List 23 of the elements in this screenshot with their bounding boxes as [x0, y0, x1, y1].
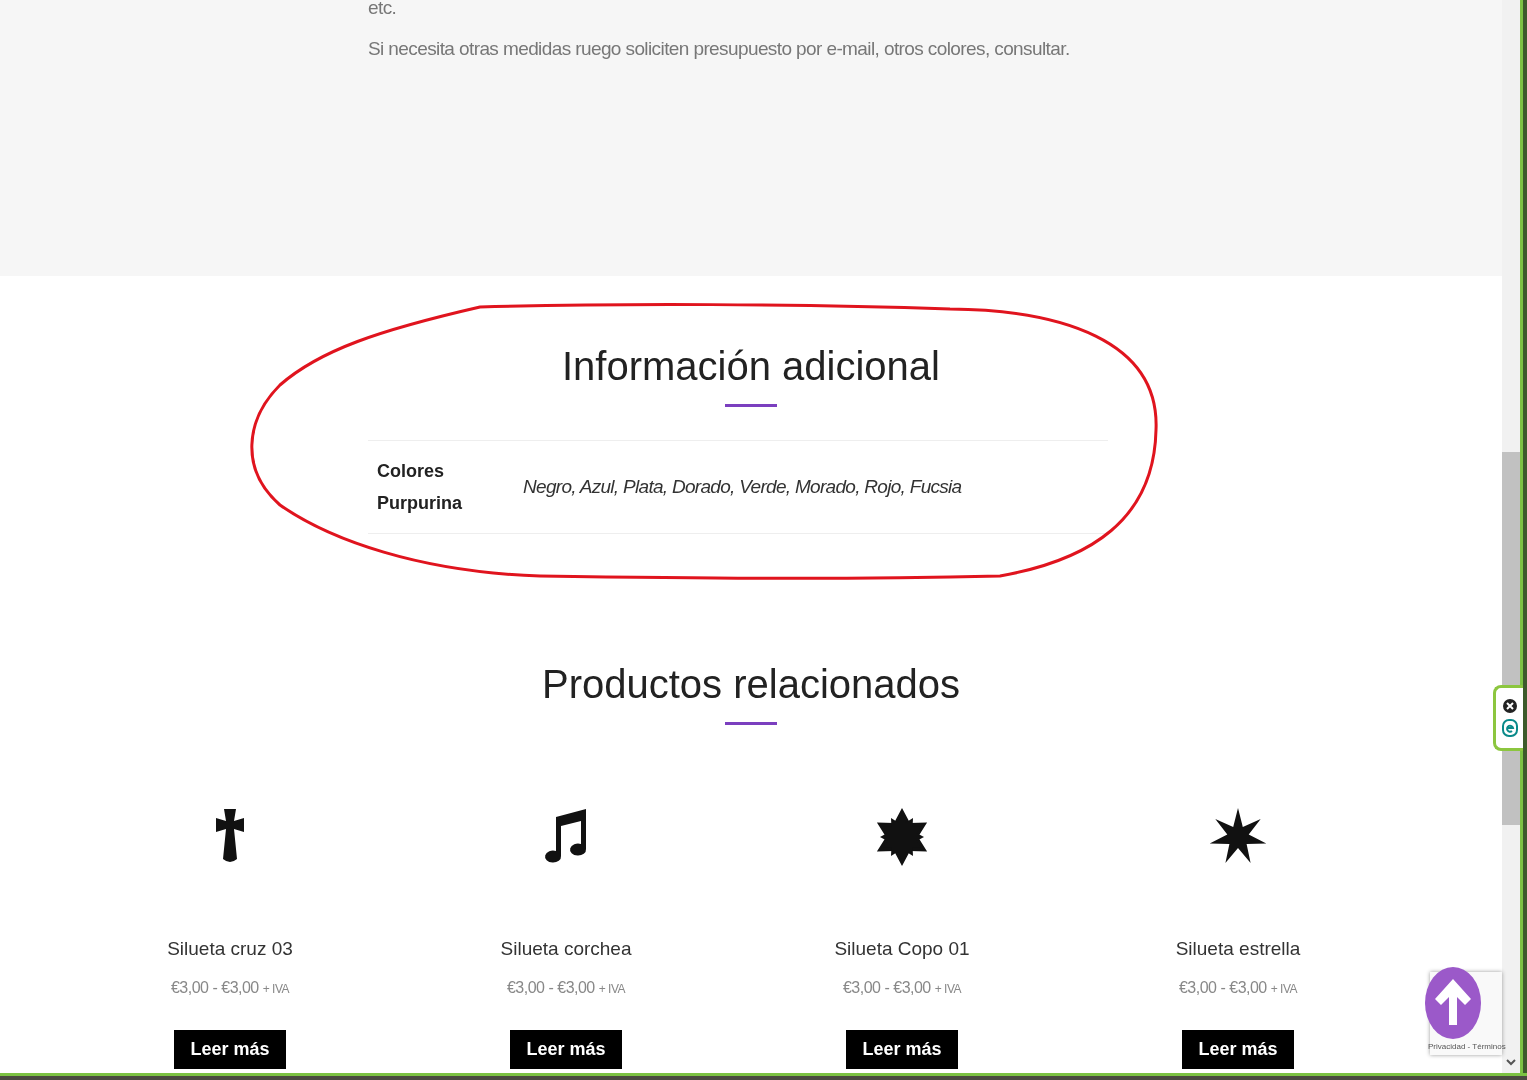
letter-e-icon[interactable]: [1501, 719, 1518, 737]
attribute-label: Colores Purpurina: [377, 460, 463, 515]
attribute-value: Negro, Azul, Plata, Dorado, Verde, Morado, Rojo, Fucsia: [523, 474, 962, 499]
product-price: €3,00 - €3,00 + IVA: [1178, 978, 1297, 998]
product-name[interactable]: Silueta Copo 01: [834, 939, 970, 958]
product-name[interactable]: Silueta cruz 03: [167, 939, 293, 958]
read-more-button[interactable]: Leer más: [1182, 1030, 1294, 1070]
recaptcha-links[interactable]: Privacidad - Términos: [1428, 1041, 1506, 1053]
read-more-button[interactable]: Leer más: [846, 1030, 958, 1070]
section-heading: Productos relacionados: [541, 661, 961, 708]
product-price: €3,00 - €3,00 + IVA: [170, 978, 289, 998]
product-price: €3,00 - €3,00 + IVA: [842, 978, 961, 998]
product-name[interactable]: Silueta estrella: [1175, 939, 1301, 958]
close-icon[interactable]: [1502, 699, 1517, 713]
product-price: €3,00 - €3,00 + IVA: [506, 978, 625, 998]
read-more-button[interactable]: Leer más: [174, 1030, 286, 1070]
read-more-button[interactable]: Leer más: [510, 1030, 622, 1070]
product-name[interactable]: Silueta corchea: [500, 939, 632, 958]
heading-underline: [725, 722, 777, 725]
description-text: Si necesita otras medidas ruego soliciten presupuesto por e-mail, otros colores, consultar.: [368, 36, 1070, 61]
section-heading: Información adicional: [561, 343, 941, 390]
heading-underline: [725, 404, 777, 407]
description-text: etc.: [368, 0, 397, 20]
